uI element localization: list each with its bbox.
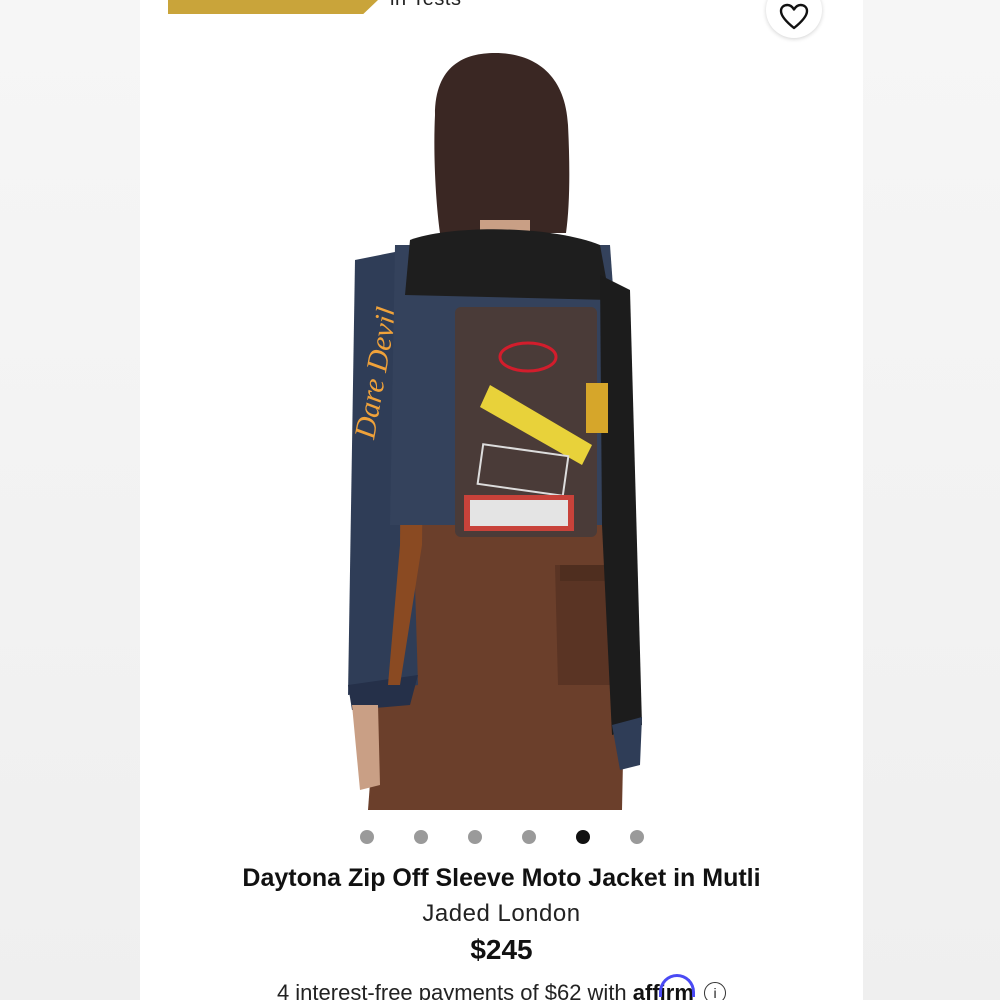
- carousel-dot[interactable]: [629, 830, 644, 844]
- carousel-dot-active[interactable]: [575, 830, 590, 844]
- affirm-arc: [658, 974, 695, 997]
- affirm-logo: affirm: [633, 974, 700, 1000]
- installment-info: 4 interest-free payments of $62 with aff…: [140, 974, 863, 1000]
- carousel-dot[interactable]: [413, 830, 428, 844]
- product-card: in Tests Dare Devil: [140, 0, 863, 1000]
- right-background: [863, 0, 1000, 1000]
- carousel-dot[interactable]: [521, 830, 536, 844]
- price: $245: [470, 934, 533, 965]
- brand-link[interactable]: Jaded London: [140, 900, 863, 928]
- product-title: Daytona Zip Off Sleeve Moto Jacket in Mu…: [242, 864, 761, 892]
- promo-text: in Tests: [390, 0, 461, 11]
- left-background: [0, 0, 140, 1000]
- promo-banner: [168, 0, 378, 14]
- info-icon[interactable]: i: [704, 982, 727, 1000]
- carousel-dot[interactable]: [467, 830, 482, 844]
- carousel-dot[interactable]: [359, 830, 374, 844]
- heart-icon: [779, 3, 809, 30]
- carousel-dots: [140, 830, 863, 844]
- wishlist-button[interactable]: [766, 0, 822, 38]
- product-image[interactable]: Dare Devil: [330, 45, 670, 815]
- installment-text: 4 interest-free payments of $62 with: [276, 980, 627, 1000]
